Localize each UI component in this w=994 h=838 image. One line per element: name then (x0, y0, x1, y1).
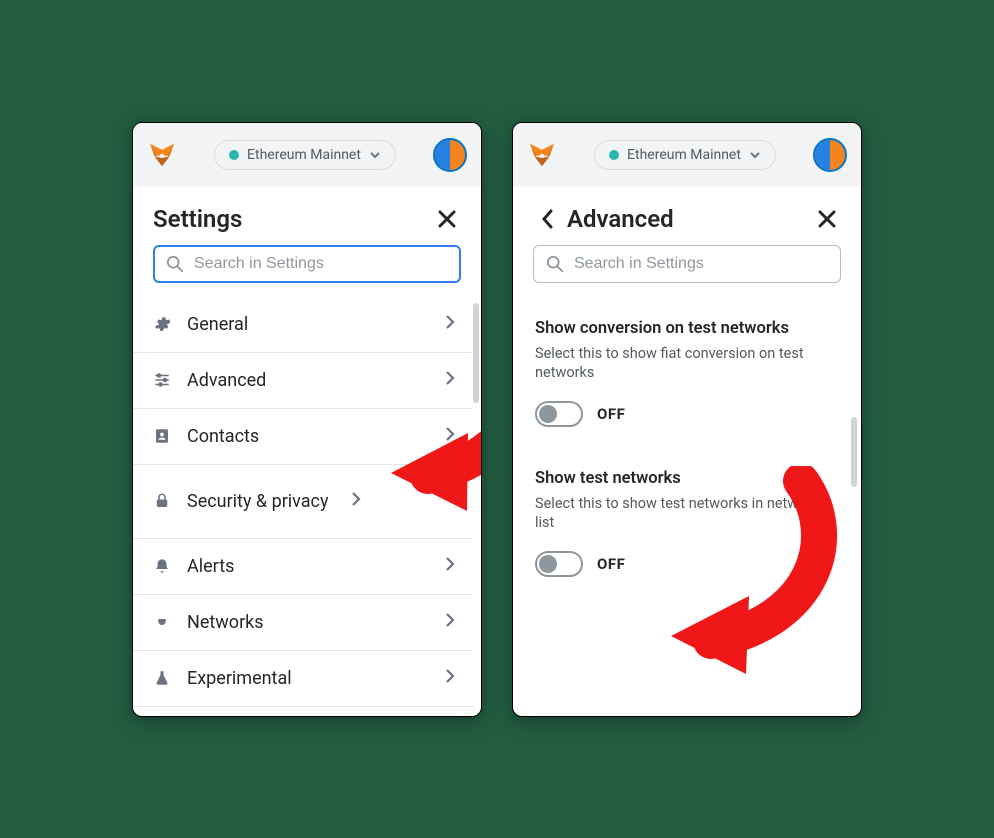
sidebar-item-label: Contacts (187, 426, 431, 447)
page-title: Advanced (567, 205, 674, 233)
network-label: Ethereum Mainnet (247, 147, 361, 163)
chevron-right-icon (445, 426, 455, 446)
topbar: Ethereum Mainnet (513, 123, 861, 187)
chevron-left-icon (540, 208, 554, 230)
sidebar-item-label: General (187, 314, 431, 335)
sidebar-item-label: Experimental (187, 668, 431, 689)
sidebar-item-alerts[interactable]: Alerts (133, 539, 473, 595)
chevron-right-icon (445, 370, 455, 390)
sidebar-item-networks[interactable]: Networks (133, 595, 473, 651)
sidebar-item-contacts[interactable]: Contacts (133, 409, 473, 465)
title-row: Settings (133, 187, 481, 245)
search-field-wrapper[interactable] (533, 245, 841, 283)
network-selector[interactable]: Ethereum Mainnet (594, 140, 776, 170)
search-input[interactable] (574, 255, 828, 273)
sidebar-item-label: Security & privacy (187, 491, 337, 512)
back-button[interactable] (533, 205, 561, 233)
search-icon (546, 255, 564, 273)
search-input[interactable] (194, 255, 448, 273)
account-avatar[interactable] (813, 138, 847, 172)
flask-icon (151, 669, 173, 687)
toggle-state-label: OFF (597, 555, 625, 573)
sidebar-item-general[interactable]: General (133, 297, 473, 353)
metamask-fox-icon (527, 140, 557, 170)
network-selector[interactable]: Ethereum Mainnet (214, 140, 396, 170)
chevron-right-icon (445, 612, 455, 632)
sidebar-item-label: Alerts (187, 556, 431, 577)
settings-list: General Advanced Contacts Security & pri… (133, 297, 481, 716)
setting-title: Show test networks (535, 469, 839, 488)
setting-description: Select this to show fiat conversion on t… (535, 344, 839, 383)
sliders-icon (151, 371, 173, 389)
close-button[interactable] (433, 205, 461, 233)
chevron-right-icon (445, 314, 455, 334)
topbar: Ethereum Mainnet (133, 123, 481, 187)
setting-conversion-testnets: Show conversion on test networks Select … (535, 319, 839, 427)
search-field-wrapper[interactable] (153, 245, 461, 283)
sidebar-item-label: Networks (187, 612, 431, 633)
advanced-settings-body: Show conversion on test networks Select … (513, 297, 861, 716)
advanced-panel: Ethereum Mainnet Advanced Show conversi (512, 122, 862, 717)
chevron-right-icon (445, 668, 455, 688)
close-button[interactable] (813, 205, 841, 233)
gear-icon (151, 315, 173, 333)
scrollbar-thumb[interactable] (473, 303, 479, 403)
toggle-conversion-testnets[interactable] (535, 401, 583, 427)
toggle-state-label: OFF (597, 405, 625, 423)
sidebar-item-security[interactable]: Security & privacy (133, 465, 473, 539)
account-avatar[interactable] (433, 138, 467, 172)
contacts-icon (151, 427, 173, 445)
close-icon (817, 209, 837, 229)
setting-description: Select this to show test networks in net… (535, 494, 839, 533)
chevron-down-icon (369, 149, 381, 161)
network-label: Ethereum Mainnet (627, 147, 741, 163)
search-icon (166, 255, 184, 273)
chevron-right-icon (351, 491, 361, 511)
sidebar-item-experimental[interactable]: Experimental (133, 651, 473, 707)
lock-icon (151, 492, 173, 510)
network-status-dot-icon (229, 150, 239, 160)
network-status-dot-icon (609, 150, 619, 160)
bell-icon (151, 557, 173, 575)
close-icon (437, 209, 457, 229)
plug-icon (151, 613, 173, 631)
page-title: Settings (153, 205, 242, 233)
toggle-show-testnets[interactable] (535, 551, 583, 577)
chevron-down-icon (749, 149, 761, 161)
setting-show-testnets: Show test networks Select this to show t… (535, 469, 839, 577)
metamask-fox-icon (147, 140, 177, 170)
chevron-right-icon (445, 556, 455, 576)
settings-panel: Ethereum Mainnet Settings General (132, 122, 482, 717)
sidebar-item-advanced[interactable]: Advanced (133, 353, 473, 409)
sidebar-item-label: Advanced (187, 370, 431, 391)
title-row: Advanced (513, 187, 861, 245)
setting-title: Show conversion on test networks (535, 319, 839, 338)
scrollbar-thumb[interactable] (851, 417, 857, 487)
